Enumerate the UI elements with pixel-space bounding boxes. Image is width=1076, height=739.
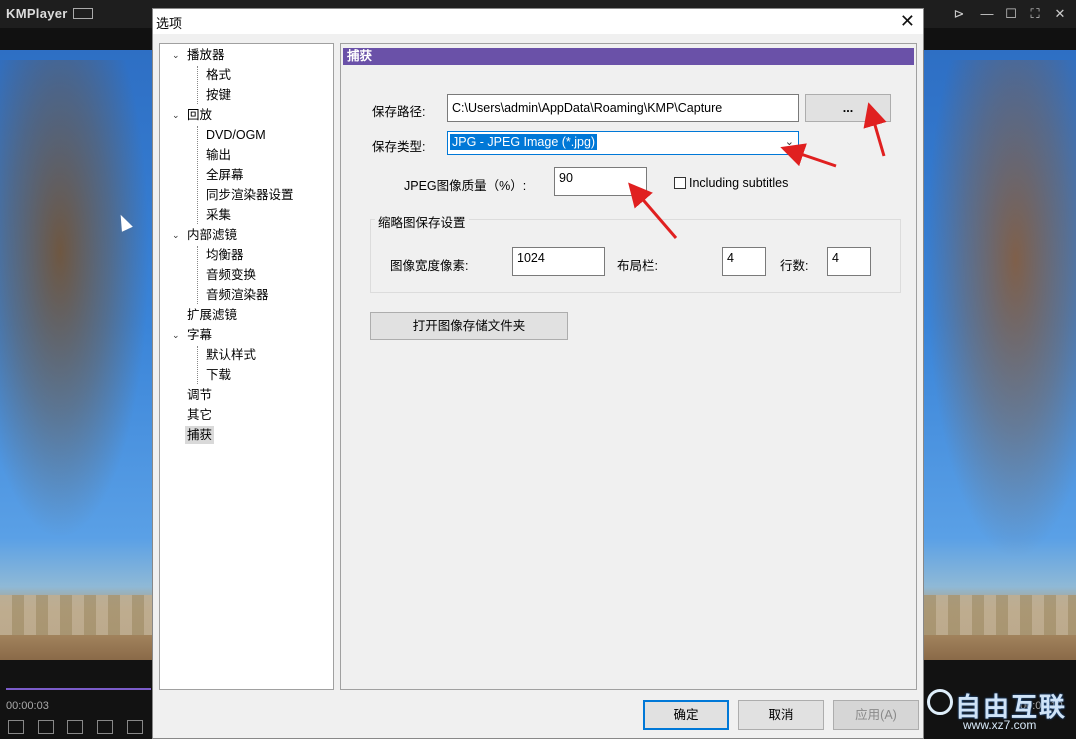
tree-item-audio-transform[interactable]: 音频变换 [206, 266, 256, 284]
tree-connector [197, 246, 198, 304]
app-name: KMPlayer [6, 6, 68, 21]
screen-capture-icon[interactable] [127, 720, 143, 734]
tree-item-dvd[interactable]: DVD/OGM [206, 126, 266, 144]
ok-button[interactable]: 确定 [643, 700, 729, 730]
options-dialog: 选项 ✕ ⌄ 播放器 格式 按键 ⌄ 回放 DVD/OGM 输出 全屏幕 同步渲… [152, 8, 924, 739]
section-header: 捕获 [343, 48, 914, 65]
collapse-player-icon[interactable]: ⌄ [172, 50, 180, 61]
cancel-button[interactable]: 取消 [738, 700, 824, 730]
tree-item-download[interactable]: 下载 [206, 366, 231, 384]
image-width-field[interactable]: 1024 [512, 247, 605, 276]
tree-item-other[interactable]: 其它 [187, 406, 212, 424]
layout-columns-field[interactable]: 4 [722, 247, 766, 276]
tree-connector [197, 66, 198, 104]
browse-button[interactable]: ... [805, 94, 891, 122]
time-elapsed: 00:00:03 [6, 700, 49, 712]
include-subtitles-checkbox[interactable] [674, 177, 686, 189]
chevron-down-icon[interactable]: ⌄ [785, 135, 794, 148]
watermark-url: www.xz7.com [963, 718, 1037, 732]
tree-item-subtitles[interactable]: 字幕 [187, 326, 212, 344]
tree-item-sync-renderer[interactable]: 同步渲染器设置 [206, 186, 294, 204]
layout-columns-label: 布局栏: [617, 259, 658, 273]
apply-button[interactable]: 应用(A) [833, 700, 919, 730]
playlist-icon[interactable] [8, 720, 24, 734]
jpeg-quality-field[interactable]: 90 [554, 167, 647, 196]
maximize-icon[interactable]: ☐ [1003, 6, 1019, 22]
watermark-logo-icon [927, 689, 953, 715]
thumbnail-group-title: 缩略图保存设置 [375, 212, 469, 231]
save-type-label: 保存类型: [372, 140, 426, 154]
tree-item-output[interactable]: 输出 [206, 146, 231, 164]
save-path-label: 保存路径: [372, 105, 426, 119]
include-subtitles-label[interactable]: Including subtitles [689, 176, 788, 190]
tree-item-playback[interactable]: 回放 [187, 106, 212, 124]
settings-tree: ⌄ 播放器 格式 按键 ⌄ 回放 DVD/OGM 输出 全屏幕 同步渲染器设置 … [159, 43, 334, 690]
capture-settings-panel: 捕获 保存路径: C:\Users\admin\AppData\Roaming\… [340, 43, 917, 690]
cube-icon[interactable] [97, 720, 113, 734]
close-player-icon[interactable]: ✕ [1052, 6, 1068, 22]
tree-item-player[interactable]: 播放器 [187, 46, 225, 64]
tree-item-audio-renderer[interactable]: 音频渲染器 [206, 286, 269, 304]
tree-item-ext-filters[interactable]: 扩展滤镜 [187, 306, 237, 324]
tree-item-default-style[interactable]: 默认样式 [206, 346, 256, 364]
rows-label: 行数: [780, 259, 809, 273]
tree-connector [197, 126, 198, 224]
download-icon[interactable] [38, 720, 54, 734]
video-tree-right [925, 60, 1076, 560]
tree-item-fullscreen[interactable]: 全屏幕 [206, 166, 244, 184]
image-width-label: 图像宽度像素: [390, 259, 469, 273]
save-type-select[interactable]: JPG - JPEG Image (*.jpg) ⌄ [447, 131, 799, 155]
dialog-titlebar: 选项 ✕ [153, 9, 923, 34]
tree-item-capture-device[interactable]: 采集 [206, 206, 231, 224]
dialog-title: 选项 [156, 16, 183, 31]
tree-item-capture[interactable]: 捕获 [185, 426, 215, 444]
vr-icon[interactable] [67, 720, 83, 734]
rows-field[interactable]: 4 [827, 247, 871, 276]
save-path-field[interactable]: C:\Users\admin\AppData\Roaming\KMP\Captu… [447, 94, 799, 122]
tree-connector [197, 346, 198, 384]
minimize-icon[interactable]: — [979, 6, 995, 22]
collapse-subtitles-icon[interactable]: ⌄ [172, 330, 180, 341]
save-type-value: JPG - JPEG Image (*.jpg) [450, 134, 598, 150]
pin-icon[interactable]: ⊳ [951, 6, 967, 22]
close-icon[interactable]: ✕ [900, 11, 915, 31]
collapse-internal-filters-icon[interactable]: ⌄ [172, 230, 180, 241]
collapse-playback-icon[interactable]: ⌄ [172, 110, 180, 121]
fullscreen-icon[interactable]: ⛶ [1027, 6, 1043, 22]
watermark: 自由互联 www.xz7.com [925, 685, 1075, 735]
tree-item-format[interactable]: 格式 [206, 66, 231, 84]
jpeg-quality-label: JPEG图像质量（%）: [404, 179, 527, 193]
display-mode-icon[interactable] [73, 8, 93, 19]
tree-item-equalizer[interactable]: 均衡器 [206, 246, 244, 264]
video-tree-left [0, 60, 150, 540]
tree-item-hotkeys[interactable]: 按键 [206, 86, 231, 104]
seek-bar[interactable] [6, 688, 151, 690]
open-folder-button[interactable]: 打开图像存储文件夹 [370, 312, 568, 340]
tree-item-adjust[interactable]: 调节 [187, 386, 212, 404]
tree-item-internal-filters[interactable]: 内部滤镜 [187, 226, 237, 244]
